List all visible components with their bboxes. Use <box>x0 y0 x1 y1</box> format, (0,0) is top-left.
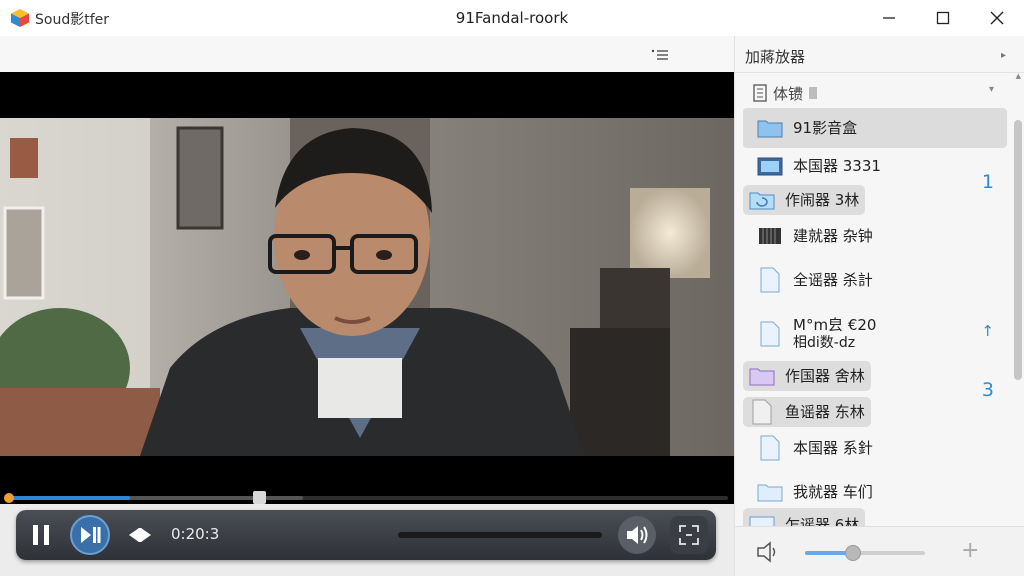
item-highlight: 作国器 舍林 <box>743 361 871 391</box>
category-color-swatch <box>809 87 818 99</box>
speaker-icon[interactable] <box>755 540 783 564</box>
folder-icon <box>757 481 783 503</box>
item-badge: 1 <box>981 171 994 193</box>
playlist-item[interactable]: 乍谣器 6林 <box>743 508 866 526</box>
previous-button[interactable] <box>126 522 154 548</box>
pause-button[interactable] <box>26 519 56 551</box>
pin-icon[interactable]: ▸ <box>1001 50 1006 61</box>
scrollbar-thumb[interactable] <box>1014 120 1022 380</box>
add-button[interactable]: + <box>961 538 979 563</box>
volume-button[interactable] <box>618 516 656 554</box>
close-icon <box>990 11 1004 25</box>
image-folder-icon <box>757 155 783 177</box>
chevron-down-icon[interactable]: ▾ <box>989 84 994 95</box>
panel-title: 加蔣放器 <box>745 48 806 66</box>
app-name: Soud影tfer <box>35 12 109 28</box>
playlist-item-label: 本国器 系針 <box>793 439 873 457</box>
playlist-item-label: 乍谣器 6林 <box>785 516 860 526</box>
video-frame <box>0 118 734 456</box>
item-highlight: 鱼谣器 东林 <box>743 397 871 427</box>
title-bar: Soud影tfer 91Fandal-roork <box>0 0 1024 36</box>
player-toolbar <box>0 36 734 72</box>
play-pause-button[interactable] <box>70 515 110 555</box>
playlist-item-label: M°m㿝 €20 <box>793 316 877 334</box>
scroll-up-arrow[interactable]: ▲ <box>1016 72 1021 80</box>
playlist-toggle-icon[interactable] <box>650 46 672 62</box>
fullscreen-button[interactable] <box>670 516 708 554</box>
skip-back-icon <box>129 528 151 542</box>
playlist-item-label: 建就器 杂钟 <box>793 227 873 245</box>
playlist-item-label: 我就器 车们 <box>793 483 873 501</box>
play-pause-icon <box>81 527 101 543</box>
maximize-button[interactable] <box>916 0 970 36</box>
playlist-item-label: 作国器 舍林 <box>785 367 865 385</box>
panel-footer: + <box>735 526 1024 576</box>
playlist-item[interactable]: 本国器 系針 <box>743 428 873 468</box>
app-logo-icon <box>11 9 29 27</box>
seek-start-marker <box>4 493 14 503</box>
seek-thumb[interactable] <box>253 491 267 504</box>
item-badge: 3 <box>981 379 994 401</box>
file-icon <box>757 321 783 347</box>
category-label: 体镄 <box>773 84 804 103</box>
time-display: 0:20:3 <box>171 525 220 543</box>
gray-file-icon <box>749 399 775 425</box>
playlist-item[interactable]: 我就器 车们 <box>743 472 873 512</box>
panel-volume-thumb[interactable] <box>845 545 861 561</box>
seek-bar[interactable] <box>4 491 728 504</box>
playlist-item[interactable]: 91影音盒 <box>743 108 1007 148</box>
folder-icon <box>757 117 783 139</box>
playlist-item[interactable]: 建就器 杂钟 <box>743 216 873 256</box>
control-bar: 0:20:3 <box>16 510 716 560</box>
playlist-item[interactable]: 作闹器 3林 <box>743 180 866 220</box>
panel-volume-slider[interactable] <box>805 545 925 561</box>
playlist-item[interactable]: 鱼谣器 东林 <box>743 392 871 432</box>
book-icon <box>757 225 783 247</box>
playlist-item[interactable]: M°m㿝 €20 相di数-dz <box>743 310 876 358</box>
file-icon <box>757 435 783 461</box>
playlist-panel: 加蔣放器 ▸ 体镄 ▾ 91影音盒 本国器 3331 作闹器 3林 1 建就器 … <box>734 36 1024 576</box>
speaker-icon <box>627 526 648 544</box>
file-icon <box>757 267 783 293</box>
minimize-icon <box>883 17 895 19</box>
volume-slider[interactable] <box>398 532 602 538</box>
item-highlight: 乍谣器 6林 <box>743 508 866 526</box>
close-button[interactable] <box>970 0 1024 36</box>
purple-folder-icon <box>749 365 775 387</box>
item-badge: ↑ <box>981 322 994 340</box>
playlist-item-label: 作闹器 3林 <box>785 191 860 209</box>
image-folder-icon <box>749 514 775 526</box>
playlist-item-label: 91影音盒 <box>793 119 858 137</box>
fullscreen-icon <box>679 525 699 545</box>
panel-divider <box>735 72 1024 73</box>
playlist-item-label: 全谣器 杀計 <box>793 271 873 289</box>
playlist-item[interactable]: 全谣器 杀計 <box>743 260 873 300</box>
video-area[interactable] <box>0 72 734 504</box>
maximize-icon <box>936 11 950 25</box>
playlist-item-label: 鱼谣器 东林 <box>785 403 865 421</box>
minimize-button[interactable] <box>862 0 916 36</box>
item-highlight: 作闹器 3林 <box>743 185 866 215</box>
sync-folder-icon <box>749 189 775 211</box>
pause-icon <box>33 525 49 545</box>
seek-progress <box>8 496 131 500</box>
playlist-item-label: 本国器 3331 <box>793 157 881 175</box>
list-icon <box>753 84 767 102</box>
playlist-item-sublabel: 相di数-dz <box>793 335 856 351</box>
playlist-item[interactable]: 作国器 舍林 <box>743 356 871 396</box>
category-selector[interactable]: 体镄 <box>753 82 818 104</box>
